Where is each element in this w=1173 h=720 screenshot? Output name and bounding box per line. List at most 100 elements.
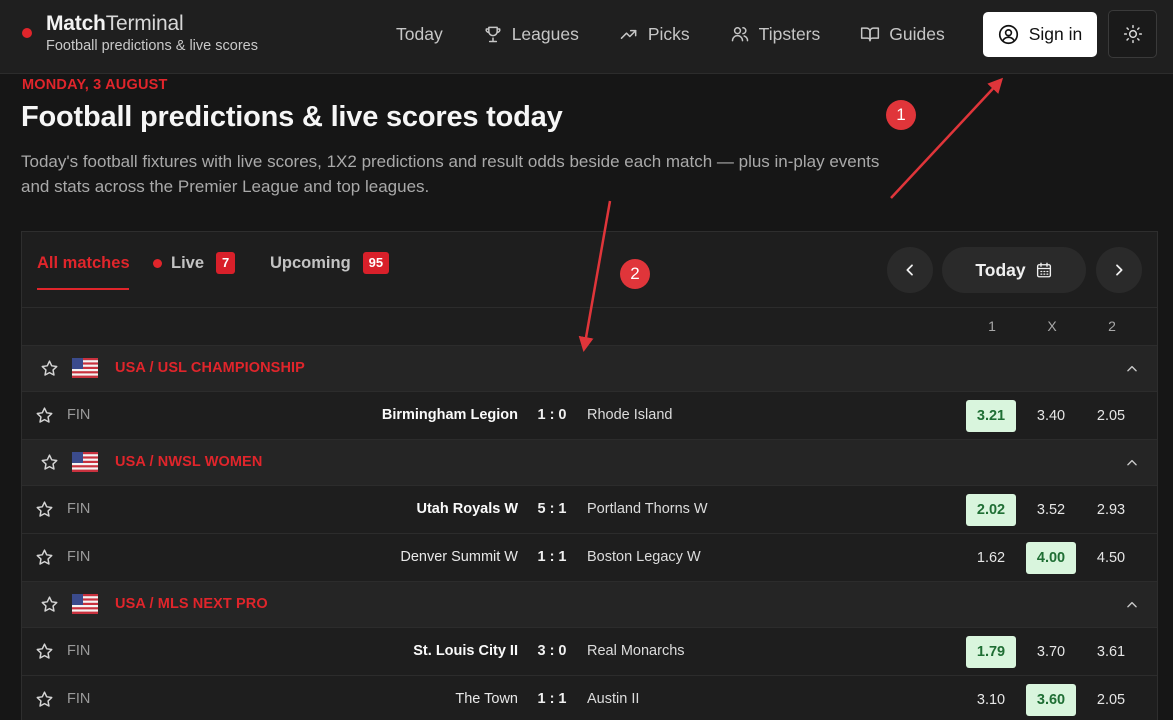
away-team[interactable]: Real Monarchs — [587, 643, 685, 659]
tab-upcoming[interactable]: Upcoming 95 — [270, 252, 390, 274]
odds-draw[interactable]: 4.00 — [1026, 542, 1076, 574]
match-status: FIN — [67, 501, 91, 517]
previous-day-button[interactable] — [887, 247, 933, 293]
nav-guides-label: Guides — [889, 23, 945, 44]
brand-tagline: Football predictions & live scores — [46, 38, 258, 54]
theme-toggle-button[interactable] — [1108, 10, 1157, 58]
brand-name-bold: Match — [46, 12, 106, 35]
league-header[interactable]: USA / NWSL WOMEN — [22, 440, 1157, 486]
match-status: FIN — [67, 549, 91, 565]
home-team[interactable]: The Town — [455, 691, 518, 707]
page-title: Football predictions & live scores today — [21, 101, 563, 133]
match-score: 5 : 1 — [537, 501, 567, 517]
hero-description: Today's football fixtures with live scor… — [21, 152, 880, 196]
brand[interactable]: MatchTerminal Football predictions & liv… — [22, 12, 258, 55]
league-header[interactable]: USA / USL CHAMPIONSHIP — [22, 346, 1157, 392]
star-icon[interactable] — [40, 595, 59, 614]
league-header[interactable]: USA / MLS NEXT PRO — [22, 582, 1157, 628]
odds-header: 1 X 2 — [22, 308, 1157, 346]
odds-header-home: 1 — [988, 318, 996, 334]
nav-tipsters-label: Tipsters — [758, 23, 821, 44]
match-status: FIN — [67, 643, 91, 659]
home-team[interactable]: Denver Summit W — [400, 549, 518, 565]
match-score: 1 : 1 — [537, 549, 567, 565]
chevron-up-icon[interactable] — [1125, 598, 1139, 612]
league-name: USA / MLS NEXT PRO — [115, 596, 268, 612]
match-score: 1 : 0 — [537, 407, 567, 423]
odds-home[interactable]: 3.21 — [966, 400, 1016, 432]
trophy-icon — [485, 26, 501, 43]
odds-away[interactable]: 2.05 — [1086, 400, 1136, 432]
brand-logo-dot — [22, 28, 32, 38]
nav-leagues[interactable]: Leagues — [483, 22, 579, 46]
live-count-badge: 7 — [216, 252, 236, 274]
odds-header-away: 2 — [1108, 318, 1116, 334]
nav-guides[interactable]: Guides — [860, 22, 945, 46]
next-day-button[interactable] — [1096, 247, 1142, 293]
nav-leagues-label: Leagues — [511, 23, 579, 44]
odds-home[interactable]: 1.62 — [966, 542, 1016, 574]
tab-live[interactable]: Live 7 — [153, 252, 236, 274]
odds-away[interactable]: 2.05 — [1086, 684, 1136, 716]
nav-picks-label: Picks — [647, 23, 690, 44]
home-team[interactable]: Utah Royals W — [416, 501, 518, 517]
odds-draw[interactable]: 3.60 — [1026, 684, 1076, 716]
brand-title: MatchTerminal — [46, 12, 258, 36]
date-picker-label: Today — [975, 259, 1026, 280]
star-icon[interactable] — [40, 359, 59, 378]
user-circle-icon — [998, 24, 1018, 45]
star-icon[interactable] — [35, 500, 54, 519]
sun-icon — [1123, 24, 1142, 44]
match-row[interactable]: FIN St. Louis City II 3 : 0 Real Monarch… — [22, 628, 1157, 676]
odds-header-draw: X — [1047, 318, 1057, 334]
match-row[interactable]: FIN Birmingham Legion 1 : 0 Rhode Island… — [22, 392, 1157, 440]
odds-home[interactable]: 1.79 — [966, 636, 1016, 668]
league-name: USA / NWSL WOMEN — [115, 454, 263, 470]
chevron-left-icon — [906, 264, 913, 276]
active-tab-indicator — [37, 288, 129, 290]
chevron-right-icon — [1116, 264, 1123, 276]
match-score: 3 : 0 — [537, 643, 567, 659]
away-team[interactable]: Rhode Island — [587, 407, 672, 423]
star-icon[interactable] — [40, 453, 59, 472]
calendar-icon — [1036, 262, 1051, 278]
match-row[interactable]: FIN Utah Royals W 5 : 1 Portland Thorns … — [22, 486, 1157, 534]
away-team[interactable]: Austin II — [587, 691, 639, 707]
odds-draw[interactable]: 3.70 — [1026, 636, 1076, 668]
nav-today[interactable]: Today — [396, 22, 443, 46]
tab-live-label: Live — [171, 253, 205, 272]
star-icon[interactable] — [35, 406, 54, 425]
star-icon[interactable] — [35, 690, 54, 709]
odds-draw[interactable]: 3.52 — [1026, 494, 1076, 526]
annotation-marker-2: 2 — [620, 259, 650, 289]
tab-all-matches[interactable]: All matches — [37, 252, 130, 274]
nav-tipsters[interactable]: Tipsters — [730, 22, 821, 46]
match-score: 1 : 1 — [537, 691, 567, 707]
odds-away[interactable]: 3.61 — [1086, 636, 1136, 668]
users-icon — [731, 27, 748, 42]
odds-away[interactable]: 2.93 — [1086, 494, 1136, 526]
sign-in-button[interactable]: Sign in — [983, 12, 1097, 57]
star-icon[interactable] — [35, 642, 54, 661]
star-icon[interactable] — [35, 548, 54, 567]
home-team[interactable]: Birmingham Legion — [382, 407, 518, 423]
date-picker-button[interactable]: Today — [942, 247, 1086, 293]
chevron-up-icon[interactable] — [1125, 456, 1139, 470]
odds-home[interactable]: 3.10 — [966, 684, 1016, 716]
live-dot-icon — [153, 258, 162, 268]
away-team[interactable]: Portland Thorns W — [587, 501, 708, 517]
away-team[interactable]: Boston Legacy W — [587, 549, 701, 565]
odds-draw[interactable]: 3.40 — [1026, 400, 1076, 432]
match-status: FIN — [67, 691, 91, 707]
chevron-up-icon[interactable] — [1125, 362, 1139, 376]
match-tabs: All matches Live 7 Upcoming 95 Today — [22, 232, 1157, 308]
nav-picks[interactable]: Picks — [619, 22, 690, 46]
annotation-arrow-1 — [890, 77, 1004, 199]
odds-home[interactable]: 2.02 — [966, 494, 1016, 526]
match-row[interactable]: FIN Denver Summit W 1 : 1 Boston Legacy … — [22, 534, 1157, 582]
home-team[interactable]: St. Louis City II — [413, 643, 518, 659]
odds-away[interactable]: 4.50 — [1086, 542, 1136, 574]
trend-icon — [620, 29, 637, 39]
match-row[interactable]: FIN The Town 1 : 1 Austin II 3.10 3.60 2… — [22, 676, 1157, 720]
hero-date: MONDAY, 3 AUGUST — [22, 77, 168, 93]
